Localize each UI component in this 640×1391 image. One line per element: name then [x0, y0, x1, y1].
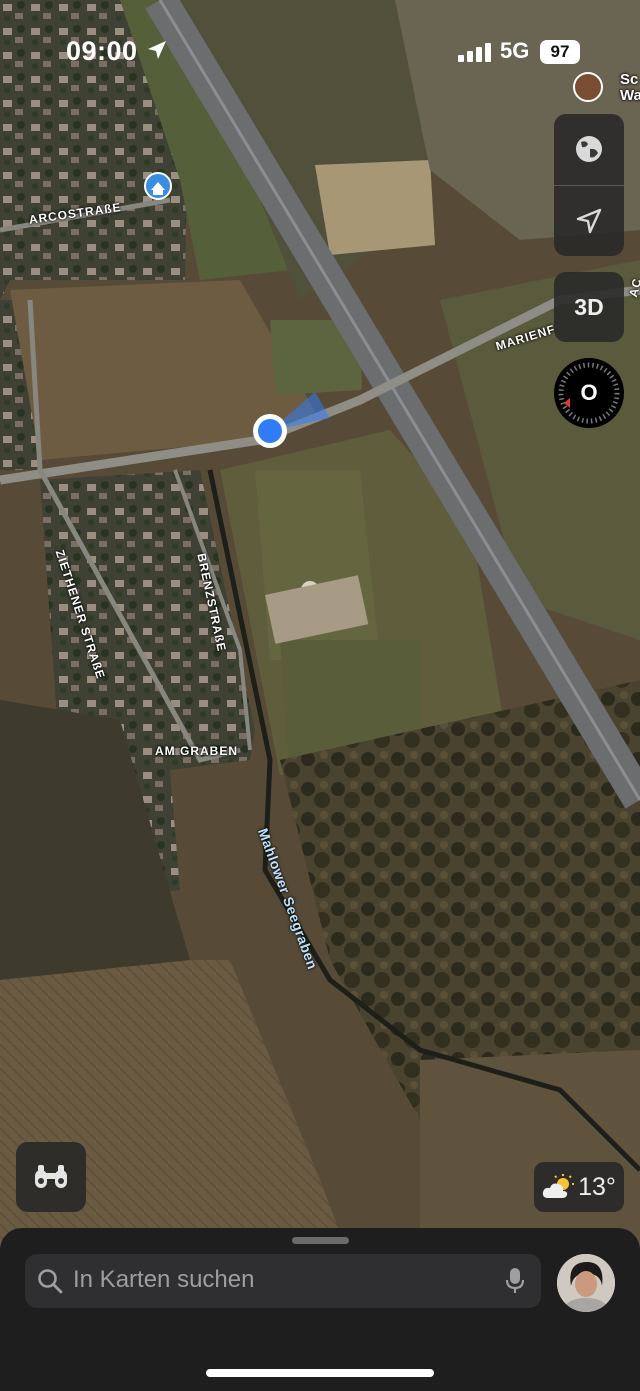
home-indicator[interactable]: [206, 1369, 434, 1377]
globe-icon: [576, 136, 602, 162]
partly-cloudy-icon: [542, 1174, 575, 1198]
compass-button[interactable]: O: [554, 358, 624, 428]
temperature: 13°: [578, 1172, 616, 1201]
battery-indicator: 97: [540, 40, 580, 64]
profile-photo: [557, 1254, 615, 1312]
cellular-signal-icon: [458, 42, 492, 67]
bottom-sheet: In Karten suchen: [0, 1228, 640, 1391]
binoculars-icon: [35, 1165, 67, 1188]
microphone-icon[interactable]: [505, 1267, 525, 1300]
sheet-grabber[interactable]: [292, 1237, 349, 1244]
search-input[interactable]: In Karten suchen: [73, 1266, 254, 1294]
search-bar[interactable]: In Karten suchen: [25, 1254, 541, 1308]
magnifier-icon: [37, 1268, 63, 1299]
look-around-button[interactable]: [16, 1142, 86, 1212]
status-bar: 09:00 5G 97: [0, 0, 640, 100]
location-arrow-icon: [147, 40, 167, 65]
network-type: 5G: [500, 38, 530, 63]
navigation-arrow-icon: [576, 208, 602, 234]
track-location-button[interactable]: [554, 186, 624, 256]
clock: 09:00: [66, 36, 138, 66]
weather-widget[interactable]: 13°: [534, 1162, 624, 1212]
map-controls-group: [554, 114, 624, 256]
compass-letter: O: [580, 380, 598, 405]
avatar[interactable]: [557, 1254, 615, 1312]
map-style-button[interactable]: [554, 114, 624, 184]
3d-view-button[interactable]: 3D: [554, 272, 624, 342]
street-label-am-graben: AM GRABEN: [155, 744, 238, 758]
